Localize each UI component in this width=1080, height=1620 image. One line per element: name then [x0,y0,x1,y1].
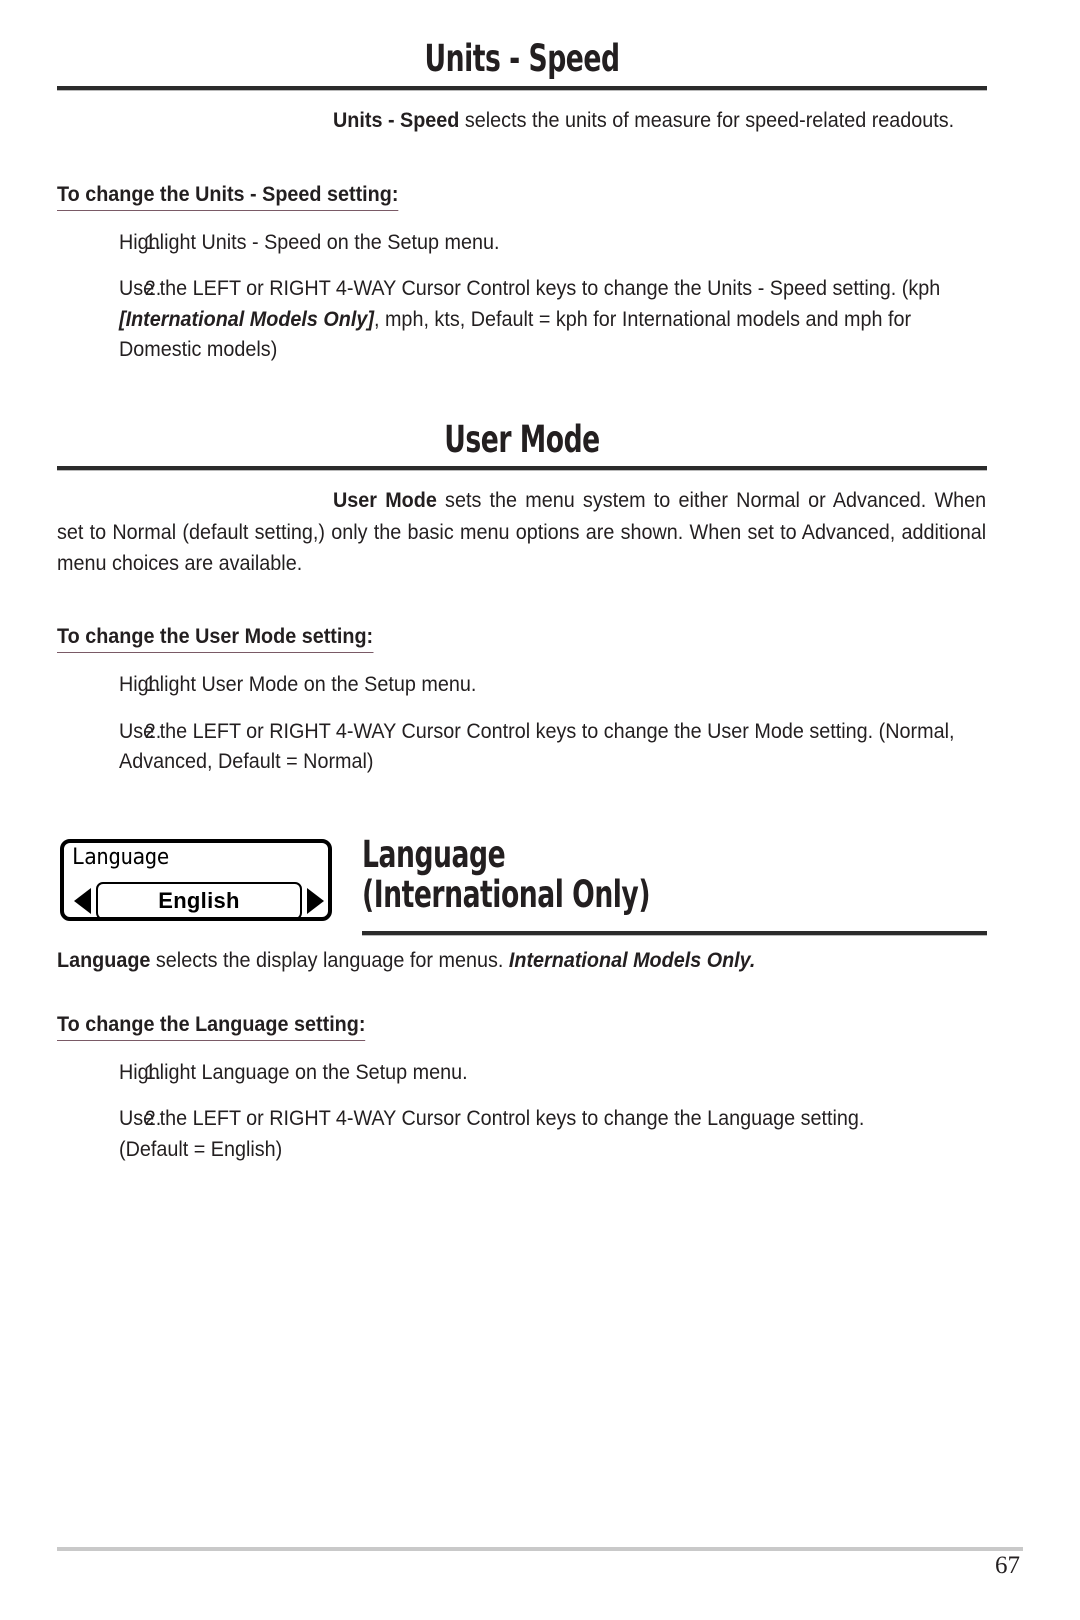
language-intro-mid: selects the display language for menus. [150,947,509,972]
list-item: 1. Highlight User Mode on the Setup menu… [57,669,987,700]
page-number: 67 [995,1552,1020,1579]
page-content: Units - Speed Units - Speed selects the … [57,37,987,1164]
step-number: 1. [144,1059,162,1084]
left-arrow-icon [74,887,91,914]
language-steps: 1. Highlight Language on the Setup menu.… [57,1057,987,1165]
step-text-pre: Use the LEFT or RIGHT 4-WAY Cursor Contr… [119,1106,865,1131]
lcd-selected-value: English [96,881,302,917]
language-intro-bold: Language [57,947,151,972]
language-intro: Language selects the display language fo… [57,945,986,976]
list-item: 2. Use the LEFT or RIGHT 4-WAY Cursor Co… [57,1103,987,1164]
step-text: Highlight User Mode on the Setup menu. [119,672,477,697]
user-mode-intro: User Mode sets the menu system to either… [57,485,986,579]
language-subhead: To change the Language setting: [57,1012,366,1041]
user-mode-subhead: To change the User Mode setting: [57,624,374,654]
step-number: 1. [144,229,162,254]
step-text-emphasis: [International Models Only] [119,306,374,331]
heading-rule [57,85,987,91]
user-mode-intro-rest: sets the menu system to either Normal or… [57,488,987,575]
section-language: Language English Language (International… [57,835,987,936]
heading-rule [362,930,987,936]
page-subtitle-language: (International Only) [362,872,651,916]
step-text: Use the LEFT or RIGHT 4-WAY Cursor Contr… [119,718,955,774]
user-mode-steps: 1. Highlight User Mode on the Setup menu… [57,669,987,777]
page-title-user-mode: User Mode [444,417,600,461]
language-body: Language selects the display language fo… [57,945,987,1164]
lcd-menu-title: Language [72,844,169,870]
manual-page: Units - Speed Units - Speed selects the … [0,0,1080,1620]
step-number: 1. [144,672,162,697]
language-heading-group: Language (International Only) [362,835,987,915]
language-intro-emphasis: International Models Only. [508,947,756,972]
lcd-menu-row: English [74,879,324,917]
list-item: 2. Use the LEFT or RIGHT 4-WAY Cursor Co… [57,273,987,365]
step-text: Highlight Language on the Setup menu. [119,1059,468,1084]
units-speed-intro-rest: selects the units of measure for speed-r… [459,107,955,132]
step-text-post: (Default = English) [119,1136,283,1161]
units-speed-subhead: To change the Units - Speed setting: [57,182,399,211]
footer-divider [57,1547,1023,1551]
page-title-units-speed: Units - Speed [424,37,620,80]
right-arrow-icon [307,887,324,914]
step-text-pre: Use the LEFT or RIGHT 4-WAY Cursor Contr… [119,276,941,301]
step-number: 2. [144,276,162,301]
list-item: 1. Highlight Language on the Setup menu. [57,1057,987,1088]
units-speed-intro: Units - Speed selects the units of measu… [57,105,986,136]
user-mode-intro-bold: User Mode [333,488,437,513]
units-speed-intro-bold: Units - Speed [333,107,460,132]
step-text: Highlight Units - Speed on the Setup men… [119,229,500,254]
list-item: 1. Highlight Units - Speed on the Setup … [57,227,987,258]
heading-rule [57,466,987,472]
step-number: 2. [144,718,162,743]
units-speed-steps: 1. Highlight Units - Speed on the Setup … [57,227,987,365]
section-user-mode: User Mode User Mode sets the menu system… [57,417,987,777]
list-item: 2. Use the LEFT or RIGHT 4-WAY Cursor Co… [57,716,987,777]
step-number: 2. [144,1106,162,1131]
page-title-language: Language [362,832,506,876]
section-units-speed: Units - Speed Units - Speed selects the … [57,37,987,365]
lcd-menu-illustration: Language English [60,838,332,921]
